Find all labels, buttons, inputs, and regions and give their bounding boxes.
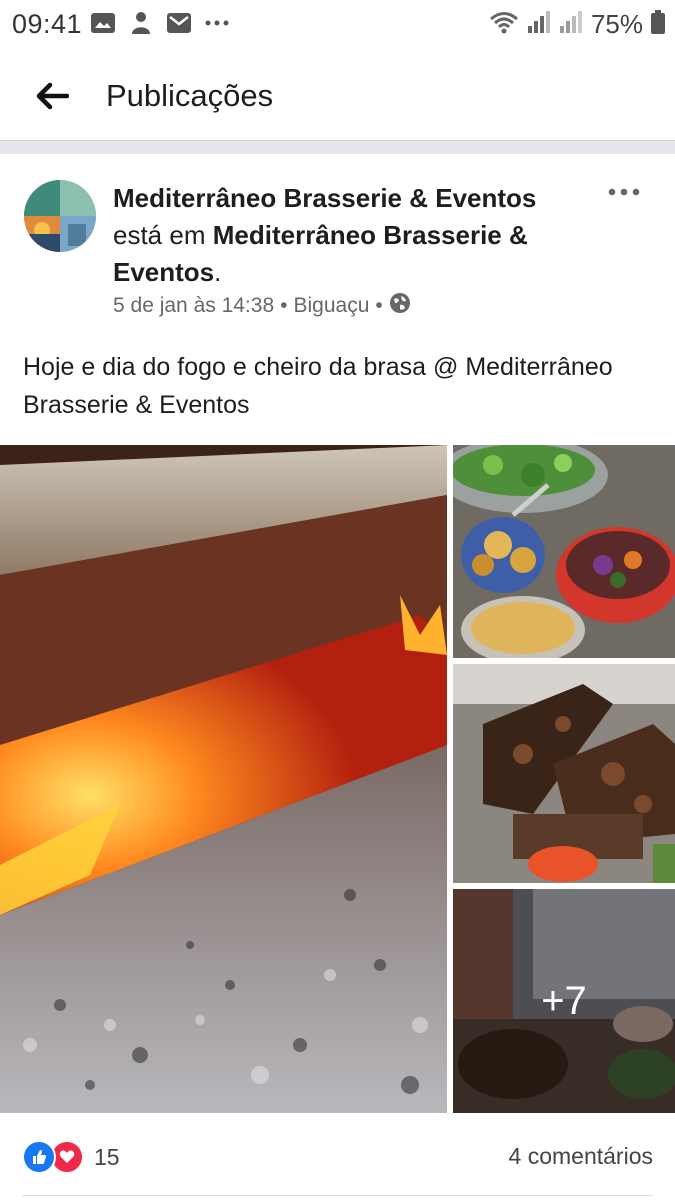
wifi-icon	[489, 10, 519, 39]
signal-icon-2	[559, 10, 583, 39]
back-button[interactable]	[30, 74, 74, 118]
page-title: Publicações	[106, 78, 274, 113]
status-time: 09:41	[12, 9, 83, 39]
more-photos-overlay: +7	[453, 889, 675, 1113]
post-place[interactable]: Biguaçu	[294, 294, 370, 318]
reactions-summary[interactable]: 15	[22, 1140, 120, 1174]
post-meta: 5 de jan às 14:38 • Biguaçu •	[113, 292, 411, 320]
battery-percent: 75%	[590, 9, 643, 39]
battery-icon	[651, 10, 665, 39]
actions-divider	[22, 1195, 653, 1196]
photo-main[interactable]	[0, 445, 447, 1113]
globe-icon	[389, 292, 411, 320]
more-notifications-icon	[204, 10, 230, 36]
avatar[interactable]	[24, 180, 96, 252]
photo-side-3-more[interactable]: +7	[453, 889, 675, 1113]
app-header: Publicações	[0, 50, 675, 140]
notification-icons	[90, 10, 230, 36]
system-indicators: 75%	[489, 9, 665, 40]
meta-separator: •	[280, 294, 288, 317]
location-prefix: está em	[113, 220, 206, 250]
more-options-button[interactable]	[604, 180, 644, 204]
post-title: Mediterrâneo Brasserie & Eventos está em…	[113, 180, 613, 291]
arrow-left-icon	[36, 82, 69, 110]
reaction-count: 15	[94, 1143, 120, 1170]
photo-side-1[interactable]	[453, 445, 675, 658]
gallery-icon	[90, 10, 116, 36]
author-name[interactable]: Mediterrâneo Brasserie & Eventos	[113, 183, 536, 213]
post-date[interactable]: 5 de jan às 14:38	[113, 294, 274, 318]
like-reaction-icon	[22, 1140, 56, 1174]
meta-separator-2: •	[375, 294, 383, 317]
post-text: Hoje e dia do fogo e cheiro da brasa @ M…	[23, 353, 613, 419]
section-divider	[0, 140, 675, 154]
more-horizontal-icon	[608, 188, 640, 196]
status-bar: 09:41 75%	[0, 0, 675, 50]
comments-count[interactable]: 4 comentários	[509, 1143, 653, 1170]
person-icon	[128, 10, 154, 36]
mail-icon	[166, 10, 192, 36]
photo-side-2[interactable]	[453, 664, 675, 883]
signal-icon	[527, 10, 551, 39]
location-suffix: .	[214, 257, 222, 287]
